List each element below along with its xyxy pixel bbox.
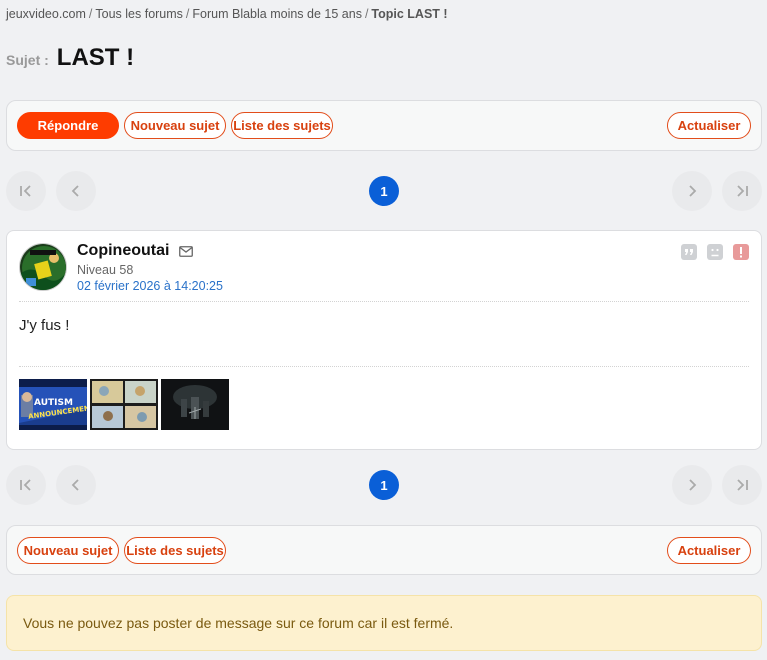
thumbnail-autism-announcement[interactable]: AUTISM ANNOUNCEMENT <box>19 379 87 430</box>
thumbnail-dark-scene[interactable] <box>161 379 229 430</box>
page-title: Sujet : LAST ! <box>6 44 134 72</box>
subject-title: LAST ! <box>56 44 135 71</box>
reply-button[interactable]: Répondre <box>17 112 119 139</box>
breadcrumb-separator: / <box>88 7 93 21</box>
sad-face-icon[interactable] <box>707 244 723 260</box>
current-page[interactable]: 1 <box>369 176 399 206</box>
forum-post: Copineoutai Niveau 58 02 février 2026 à … <box>6 230 762 450</box>
pagination-bottom: 1 <box>6 465 762 505</box>
next-page-icon[interactable] <box>672 465 712 505</box>
post-author-level: Niveau 58 <box>77 263 134 277</box>
post-thumbnails: AUTISM ANNOUNCEMENT <box>19 379 229 430</box>
next-page-icon[interactable] <box>672 171 712 211</box>
breadcrumb-link-forum[interactable]: Forum Blabla moins de 15 ans <box>192 7 362 21</box>
breadcrumb-link-all-forums[interactable]: Tous les forums <box>95 7 183 21</box>
subject-label: Sujet : <box>6 52 49 68</box>
new-topic-button[interactable]: Nouveau sujet <box>17 537 119 564</box>
report-icon[interactable] <box>733 244 749 260</box>
breadcrumb-current: Topic LAST ! <box>371 7 448 21</box>
breadcrumb: jeuxvideo.com / Tous les forums / Forum Blab… <box>6 7 448 21</box>
pagination-top: 1 <box>6 171 762 211</box>
breadcrumb-separator: / <box>185 7 190 21</box>
last-page-icon[interactable] <box>722 465 762 505</box>
new-topic-button[interactable]: Nouveau sujet <box>124 112 226 139</box>
post-header-divider <box>19 301 749 302</box>
last-page-icon[interactable] <box>722 171 762 211</box>
mail-icon[interactable] <box>179 246 193 257</box>
post-actions <box>681 244 749 260</box>
toolbar-bottom: Nouveau sujet Liste des sujets Actualise… <box>6 525 762 575</box>
avatar[interactable] <box>19 243 67 291</box>
post-content: J'y fus ! <box>19 317 70 334</box>
toolbar-top: Répondre Nouveau sujet Liste des sujets … <box>6 100 762 151</box>
forum-closed-notice: Vous ne pouvez pas poster de message sur… <box>6 595 762 651</box>
post-author[interactable]: Copineoutai <box>77 242 169 260</box>
quote-icon[interactable] <box>681 244 697 260</box>
first-page-icon[interactable] <box>6 465 46 505</box>
post-date-link[interactable]: 02 février 2026 à 14:20:25 <box>77 279 223 293</box>
thumbnail-comic[interactable] <box>90 379 158 430</box>
post-content-divider <box>19 366 749 367</box>
prev-page-icon[interactable] <box>56 171 96 211</box>
breadcrumb-separator: / <box>364 7 369 21</box>
breadcrumb-link-home[interactable]: jeuxvideo.com <box>6 7 86 21</box>
prev-page-icon[interactable] <box>56 465 96 505</box>
current-page[interactable]: 1 <box>369 470 399 500</box>
topic-list-button[interactable]: Liste des sujets <box>124 537 226 564</box>
refresh-button[interactable]: Actualiser <box>667 537 751 564</box>
topic-list-button[interactable]: Liste des sujets <box>231 112 333 139</box>
first-page-icon[interactable] <box>6 171 46 211</box>
refresh-button[interactable]: Actualiser <box>667 112 751 139</box>
